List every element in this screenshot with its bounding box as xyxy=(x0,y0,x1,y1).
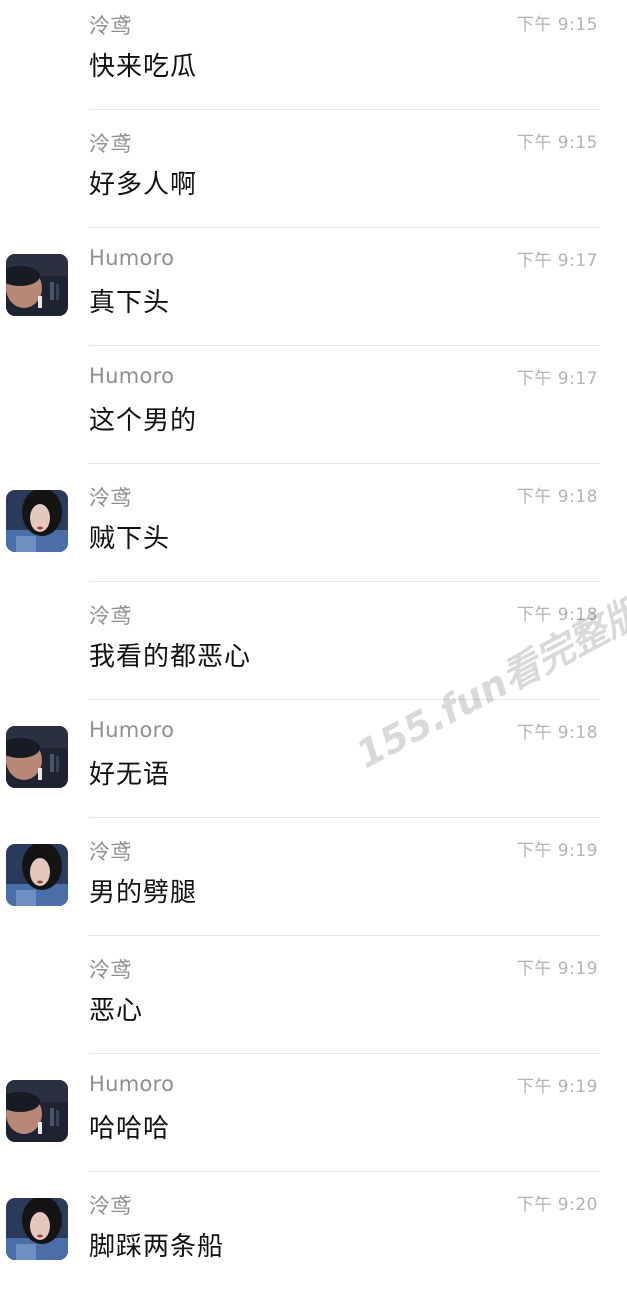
message-time: 下午 9:19 xyxy=(516,841,598,861)
message-time: 下午 9:15 xyxy=(516,133,598,153)
sender-name: 泠鸢 xyxy=(89,958,132,982)
avatar-humoro[interactable] xyxy=(6,1080,68,1142)
sender-name: Humoro xyxy=(89,1072,175,1096)
message-row[interactable]: 泠鸢 下午 9:15 快来吃瓜 xyxy=(0,0,627,110)
message-row[interactable]: Humoro 下午 9:17 这个男的 xyxy=(0,346,627,464)
sender-name: 泠鸢 xyxy=(89,1194,132,1218)
message-list: 泠鸢 下午 9:15 快来吃瓜 泠鸢 下午 9:15 好多人啊 Humoro 下… xyxy=(0,0,627,1290)
message-time: 下午 9:19 xyxy=(516,959,598,979)
message-text: 贼下头 xyxy=(89,524,171,554)
message-row[interactable]: Humoro 下午 9:19 哈哈哈 xyxy=(0,1054,627,1172)
message-row[interactable]: 泠鸢 下午 9:18 贼下头 xyxy=(0,464,627,582)
sender-name: 泠鸢 xyxy=(89,604,132,628)
message-time: 下午 9:18 xyxy=(516,487,598,507)
message-time: 下午 9:20 xyxy=(516,1195,598,1215)
sender-name: 泠鸢 xyxy=(89,840,132,864)
message-row[interactable]: Humoro 下午 9:18 好无语 xyxy=(0,700,627,818)
message-time: 下午 9:19 xyxy=(516,1077,598,1097)
sender-name: 泠鸢 xyxy=(89,14,132,38)
avatar-humoro[interactable] xyxy=(6,254,68,316)
message-text: 好多人啊 xyxy=(89,170,198,200)
message-text: 哈哈哈 xyxy=(89,1114,171,1144)
message-time: 下午 9:17 xyxy=(516,251,598,271)
message-text: 快来吃瓜 xyxy=(89,52,198,82)
sender-name: 泠鸢 xyxy=(89,132,132,156)
message-text: 真下头 xyxy=(89,288,171,318)
message-row[interactable]: 泠鸢 下午 9:19 恶心 xyxy=(0,936,627,1054)
message-text: 男的劈腿 xyxy=(89,878,198,908)
message-row[interactable]: Humoro 下午 9:17 真下头 xyxy=(0,228,627,346)
message-row[interactable]: 泠鸢 下午 9:19 男的劈腿 xyxy=(0,818,627,936)
sender-name: Humoro xyxy=(89,246,175,270)
message-time: 下午 9:15 xyxy=(516,15,598,35)
message-row[interactable]: 泠鸢 下午 9:18 我看的都恶心 xyxy=(0,582,627,700)
sender-name: Humoro xyxy=(89,364,175,388)
sender-name: 泠鸢 xyxy=(89,486,132,510)
message-text: 我看的都恶心 xyxy=(89,642,252,672)
message-text: 这个男的 xyxy=(89,406,198,436)
sender-name: Humoro xyxy=(89,718,175,742)
message-row[interactable]: 泠鸢 下午 9:20 脚踩两条船 xyxy=(0,1172,627,1290)
message-time: 下午 9:18 xyxy=(516,605,598,625)
message-time: 下午 9:17 xyxy=(516,369,598,389)
message-text: 恶心 xyxy=(89,996,144,1026)
message-time: 下午 9:18 xyxy=(516,723,598,743)
avatar-humoro[interactable] xyxy=(6,726,68,788)
avatar-lingyuan[interactable] xyxy=(6,490,68,552)
message-row[interactable]: 泠鸢 下午 9:15 好多人啊 xyxy=(0,110,627,228)
message-text: 好无语 xyxy=(89,760,171,790)
message-text: 脚踩两条船 xyxy=(89,1232,225,1262)
avatar-lingyuan[interactable] xyxy=(6,844,68,906)
avatar-lingyuan[interactable] xyxy=(6,1198,68,1260)
